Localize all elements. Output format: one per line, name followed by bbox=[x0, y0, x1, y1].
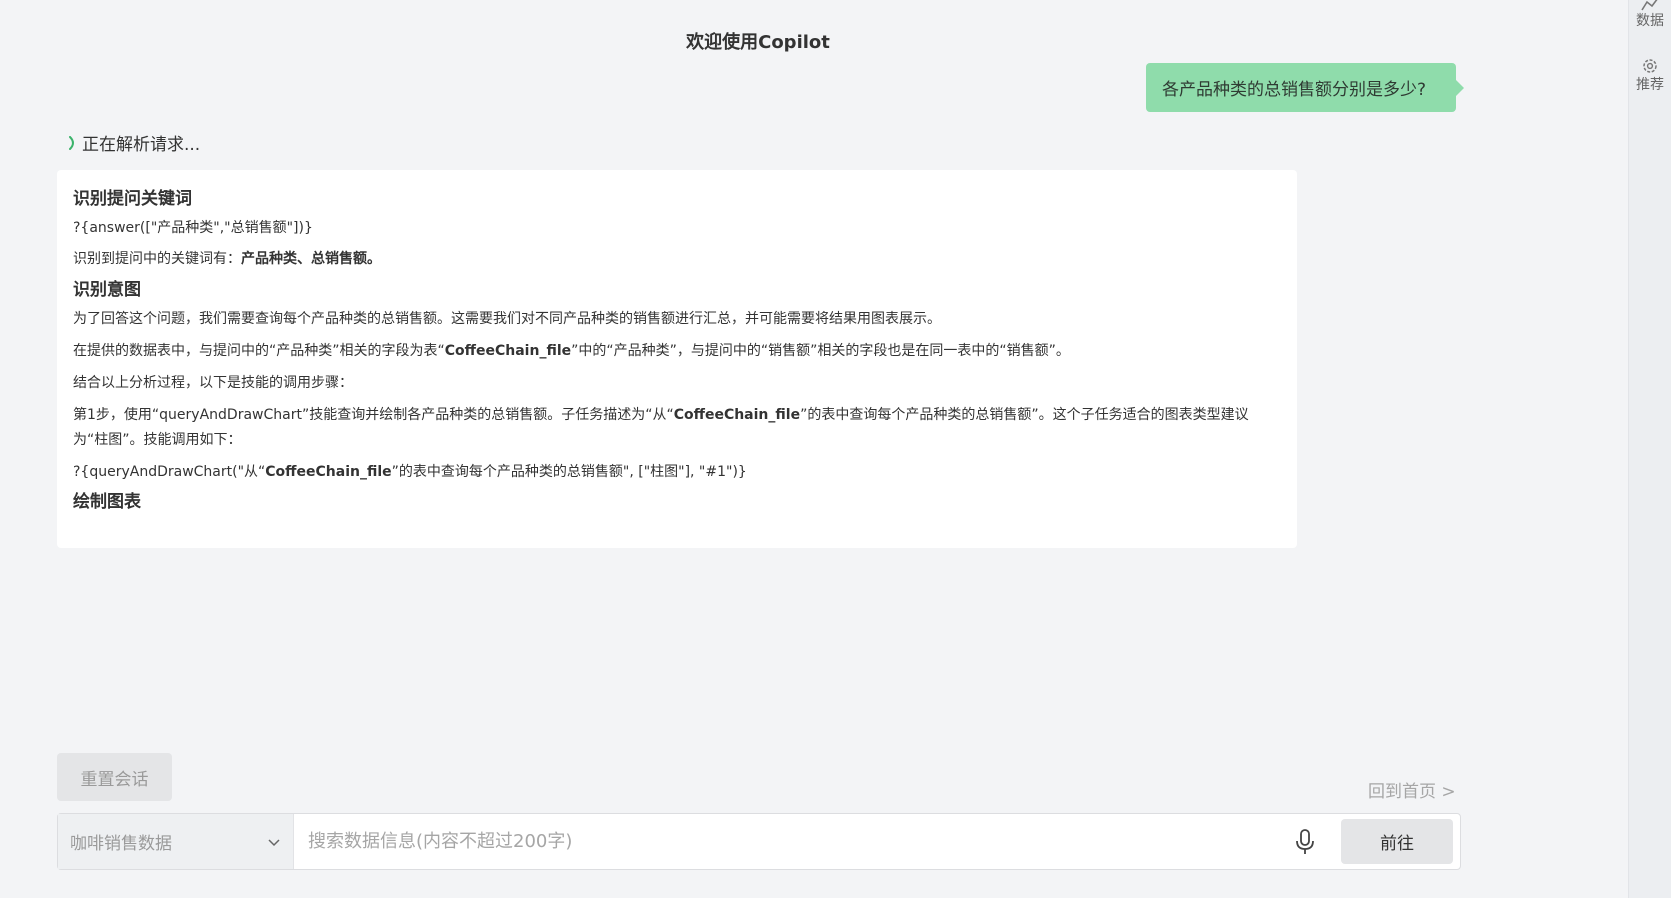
section-title-keywords: 识别提问关键词 bbox=[73, 189, 192, 209]
intent-p2-text-a: 在提供的数据表中，与提问中的“产品种类”相关的字段为表“ bbox=[73, 343, 445, 359]
copilot-page: 数据 推荐 欢迎使用Copilot 各产品种类的总销售额分别是多少? 正在解析请… bbox=[0, 0, 1671, 898]
status-text: 正在解析请求... bbox=[82, 135, 201, 155]
intent-p4-text-a: 第1步，使用“queryAndDrawChart”技能查询并绘制各产品种类的总销… bbox=[73, 407, 674, 423]
intent-p4-table-name: CoffeeChain_file bbox=[673, 407, 801, 423]
intent-paragraph-4: 第1步，使用“queryAndDrawChart”技能查询并绘制各产品种类的总销… bbox=[73, 403, 1281, 453]
skill-code-a: ?{queryAndDrawChart("从“ bbox=[73, 464, 266, 480]
rail-label-recommend: 推荐 bbox=[1636, 77, 1664, 93]
gear-icon bbox=[1643, 59, 1657, 73]
skill-code-b: ”的表中查询每个产品种类的总销售额", ["柱图"], "#1")} bbox=[391, 464, 747, 480]
rail-item-data[interactable]: 数据 bbox=[1636, 0, 1664, 30]
intent-paragraph-3: 结合以上分析过程，以下是技能的调用步骤： bbox=[73, 375, 353, 391]
rail-label-data: 数据 bbox=[1636, 13, 1664, 29]
intent-p2-table-name: CoffeeChain_file bbox=[444, 343, 572, 359]
assistant-response-card: 识别提问关键词 ?{answer(["产品种类","总销售额"])} 识别到提问… bbox=[57, 170, 1297, 548]
go-button[interactable]: 前往 bbox=[1341, 819, 1453, 864]
search-bar: 咖啡销售数据 前往 bbox=[57, 813, 1461, 870]
skill-code-table-name: CoffeeChain_file bbox=[265, 464, 392, 480]
keywords-prefix: 识别到提问中的关键词有： bbox=[73, 251, 241, 267]
keywords-list: 产品种类、总销售额。 bbox=[241, 251, 381, 267]
microphone-icon bbox=[1296, 828, 1314, 854]
user-message-bubble: 各产品种类的总销售额分别是多少? bbox=[1146, 63, 1464, 112]
skill-call-code-line: ?{queryAndDrawChart("从“CoffeeChain_file”… bbox=[73, 460, 1281, 485]
intent-p2-text-b: ”中的“产品种类”，与提问中的“销售额”相关的字段也是在同一表中的“销售额”。 bbox=[571, 343, 1070, 359]
parsing-status: 正在解析请求... bbox=[68, 130, 200, 155]
microphone-button[interactable] bbox=[1285, 822, 1325, 862]
user-message-text: 各产品种类的总销售额分别是多少? bbox=[1162, 80, 1427, 100]
section-title-intent: 识别意图 bbox=[73, 280, 141, 300]
chart-line-icon bbox=[1641, 0, 1658, 11]
right-sidebar: 数据 推荐 bbox=[1628, 0, 1671, 898]
loading-spinner-icon bbox=[69, 135, 74, 150]
keywords-code-line: ?{answer(["产品种类","总销售额"])} bbox=[73, 220, 313, 236]
keywords-summary: 识别到提问中的关键词有：产品种类、总销售额。 bbox=[73, 247, 1281, 272]
reset-session-button[interactable]: 重置会话 bbox=[57, 753, 172, 801]
search-input[interactable] bbox=[294, 814, 1285, 869]
section-title-draw-chart: 绘制图表 bbox=[73, 492, 141, 512]
page-title: 欢迎使用Copilot bbox=[686, 32, 830, 53]
back-to-home-link[interactable]: 回到首页 > bbox=[1368, 777, 1456, 802]
dataset-select[interactable]: 咖啡销售数据 bbox=[58, 814, 294, 869]
rail-item-recommend[interactable]: 推荐 bbox=[1636, 56, 1664, 94]
intent-paragraph-2: 在提供的数据表中，与提问中的“产品种类”相关的字段为表“CoffeeChain_… bbox=[73, 339, 1281, 364]
intent-paragraph-1: 为了回答这个问题，我们需要查询每个产品种类的总销售额。这需要我们对不同产品种类的… bbox=[73, 311, 941, 327]
dataset-select-value: 咖啡销售数据 bbox=[70, 834, 172, 854]
chevron-down-icon bbox=[268, 838, 280, 846]
